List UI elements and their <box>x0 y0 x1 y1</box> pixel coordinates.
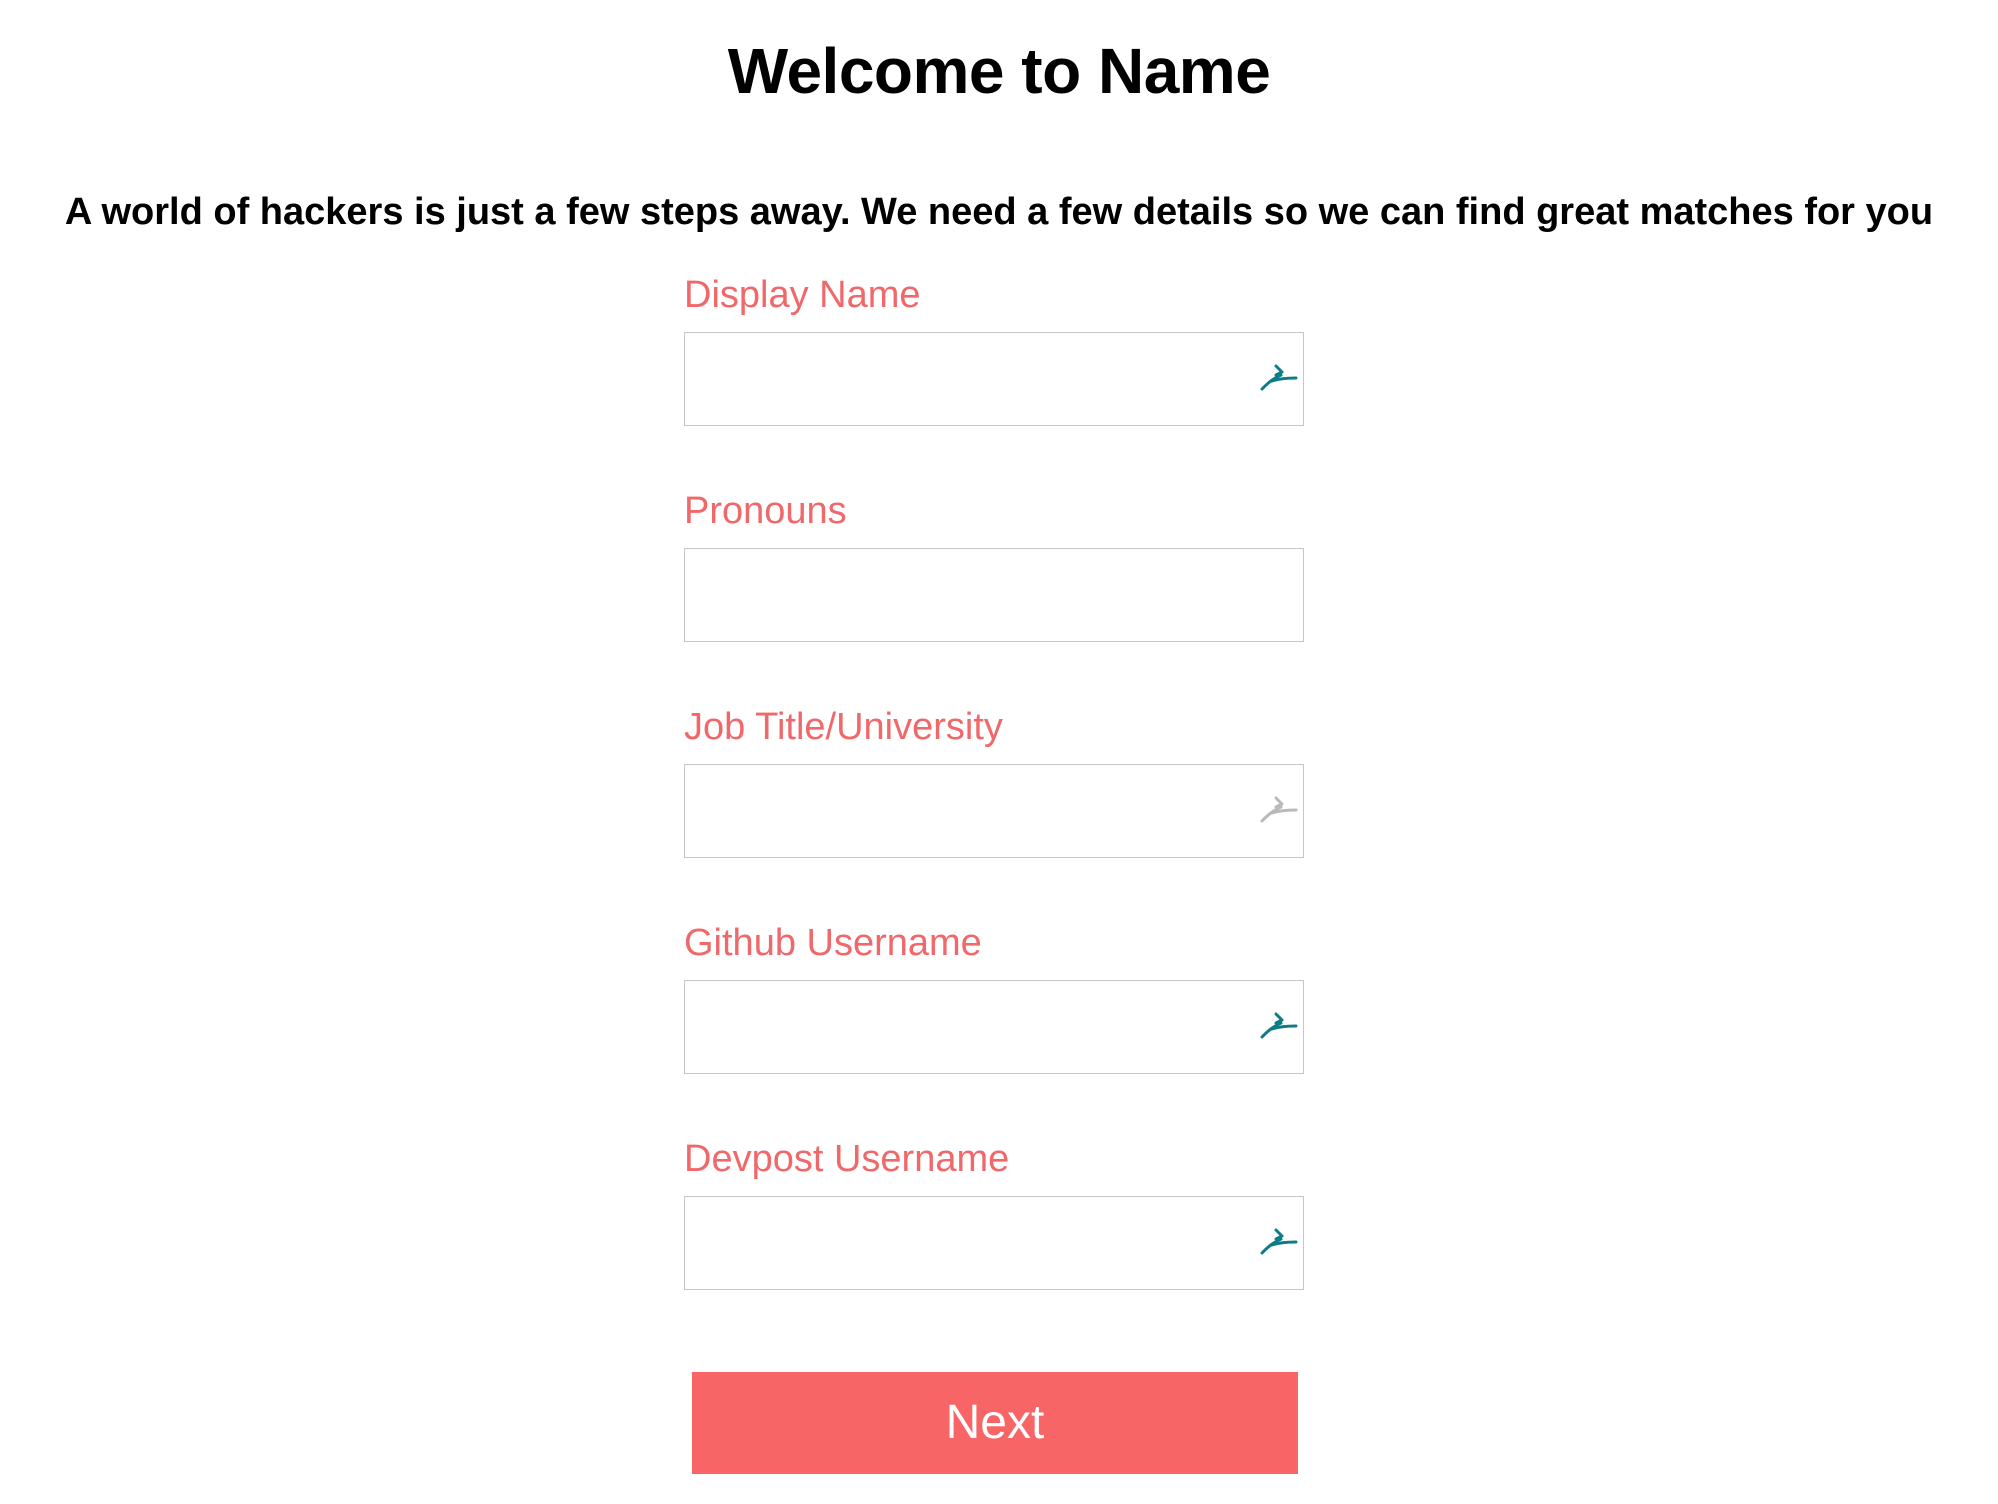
display-name-field: Display Name <box>684 270 1304 430</box>
github-username-label: Github Username <box>684 922 982 964</box>
page-subtitle: A world of hackers is just a few steps a… <box>64 191 1934 233</box>
next-button[interactable]: Next <box>692 1372 1298 1474</box>
autofill-icon[interactable] <box>1260 1011 1298 1041</box>
pronouns-field: Pronouns <box>684 486 1304 646</box>
page-title: Welcome to Name <box>727 35 1271 107</box>
display-name-input[interactable] <box>684 332 1304 426</box>
display-name-label: Display Name <box>684 274 921 316</box>
devpost-username-field: Devpost Username <box>684 1134 1304 1294</box>
devpost-username-input[interactable] <box>684 1196 1304 1290</box>
job-title-label: Job Title/University <box>684 706 1003 748</box>
job-title-field: Job Title/University <box>684 702 1304 862</box>
pronouns-label: Pronouns <box>684 490 847 532</box>
pronouns-input[interactable] <box>684 548 1304 642</box>
github-username-field: Github Username <box>684 918 1304 1078</box>
autofill-icon[interactable] <box>1260 795 1298 825</box>
autofill-icon[interactable] <box>1260 363 1298 393</box>
devpost-username-label: Devpost Username <box>684 1138 1010 1180</box>
autofill-icon[interactable] <box>1260 1227 1298 1257</box>
job-title-input[interactable] <box>684 764 1304 858</box>
github-username-input[interactable] <box>684 980 1304 1074</box>
